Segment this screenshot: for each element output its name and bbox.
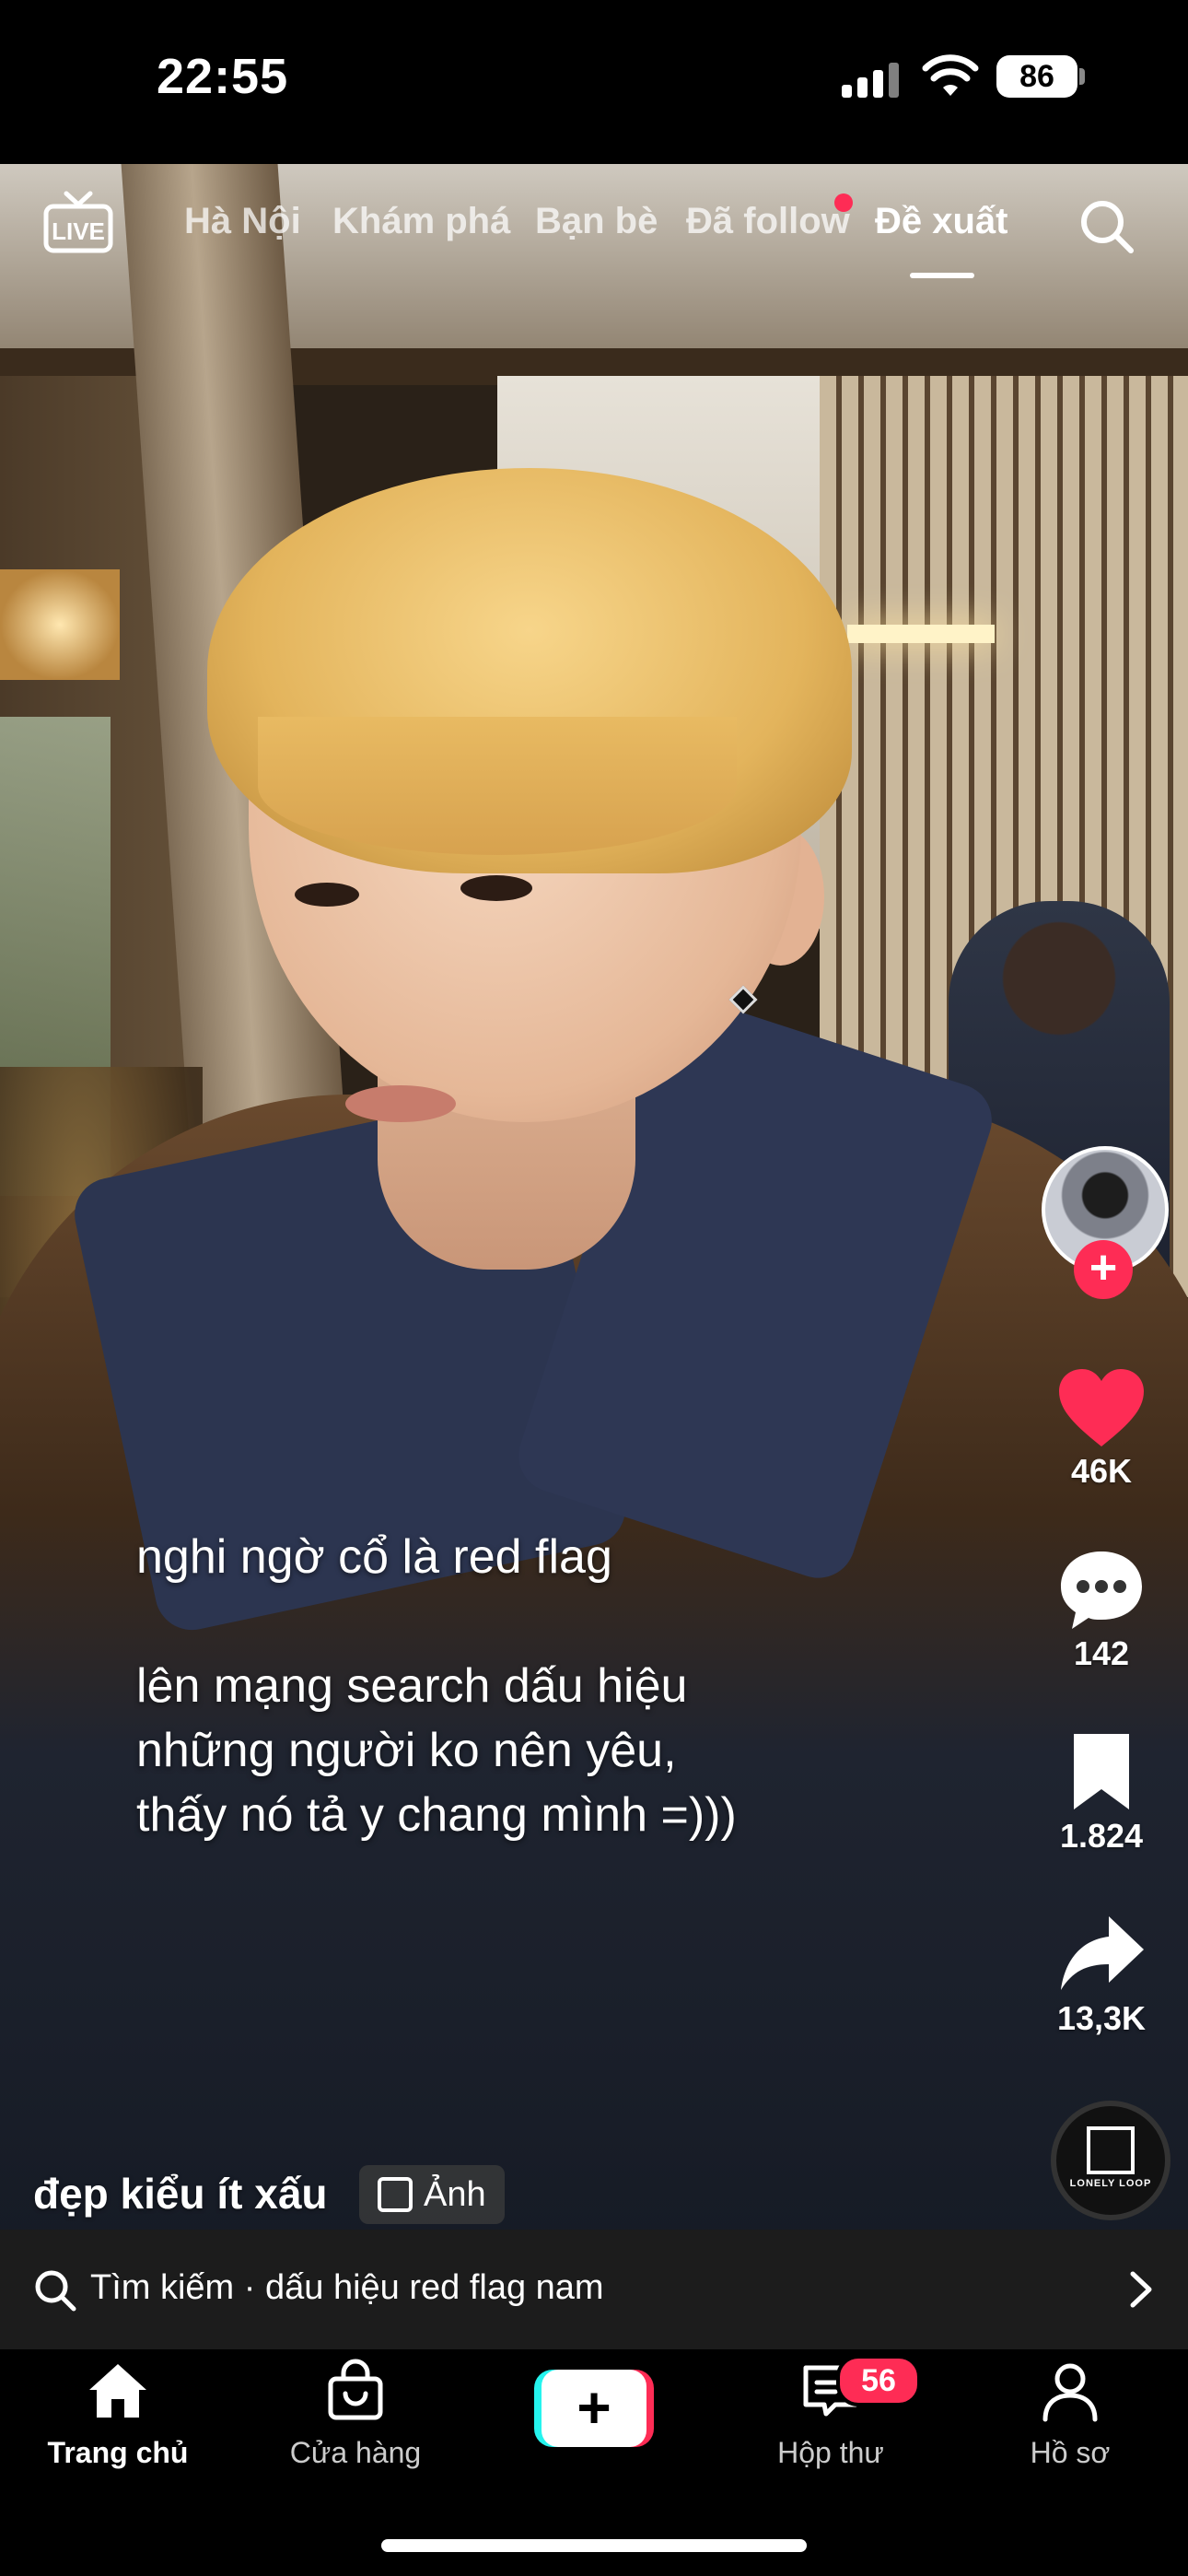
subject-lips (345, 1085, 456, 1122)
tab-shop[interactable]: Cửa hàng (263, 2359, 448, 2470)
create-post-button[interactable]: + (534, 2370, 654, 2447)
status-time: 22:55 (157, 49, 289, 104)
tab-ha-noi[interactable]: Hà Nội (184, 201, 301, 242)
battery-tip (1079, 68, 1085, 85)
tab-profile-label: Hồ sơ (1030, 2436, 1111, 2469)
caption-line: nghi ngờ cổ là red flag (136, 1530, 612, 1584)
home-indicator[interactable] (381, 2539, 807, 2552)
share-icon[interactable] (1055, 1913, 1147, 1996)
search-suggestion-text: Tìm kiếm · dấu hiệu red flag nam (90, 2268, 604, 2307)
tab-de-xuat[interactable]: Đề xuất (875, 201, 1008, 242)
heart-icon[interactable] (1055, 1367, 1147, 1450)
author-name[interactable]: đẹp kiểu ít xấu (33, 2169, 328, 2219)
active-tab-indicator (910, 273, 974, 278)
subject-eye-left (295, 883, 359, 907)
caption-line: những người ko nên yêu, (136, 1724, 677, 1777)
profile-icon (1042, 2363, 1098, 2422)
battery-indicator: 86 (996, 55, 1077, 98)
search-suggestion-bar[interactable]: Tìm kiếm · dấu hiệu red flag nam (0, 2230, 1188, 2349)
inbox-badge: 56 (836, 2355, 921, 2406)
search-icon[interactable] (1077, 197, 1136, 256)
comment-icon[interactable] (1055, 1548, 1147, 1631)
tab-home[interactable]: Trang chủ (26, 2359, 210, 2470)
subject-eye-right (460, 875, 532, 901)
wifi-icon (922, 54, 979, 96)
caption-line: lên mạng search dấu hiệu (136, 1659, 688, 1713)
tab-inbox-label: Hộp thư (777, 2436, 884, 2469)
photo-icon (378, 2177, 413, 2212)
cellular-signal-icon (842, 63, 899, 98)
tab-home-label: Trang chủ (47, 2436, 189, 2469)
photo-tag-label: Ảnh (424, 2175, 486, 2214)
photo-mode-tag[interactable]: Ảnh (359, 2165, 505, 2224)
live-tv-icon[interactable]: LIVE (42, 190, 114, 254)
search-icon (35, 2270, 76, 2312)
tab-profile[interactable]: Hồ sơ (978, 2359, 1162, 2470)
create-plus-icon: + (542, 2370, 646, 2447)
tab-da-follow[interactable]: Đã follow (686, 201, 850, 242)
subject-fringe (258, 717, 737, 855)
live-label: LIVE (52, 217, 105, 245)
top-nav: LIVE Hà Nội Khám phá Bạn bè Đã follow Đề… (0, 164, 1188, 302)
chevron-right-icon (1130, 2271, 1152, 2308)
background-light (847, 625, 995, 643)
shop-bag-icon (328, 2359, 383, 2420)
music-brand-name: LONELY LOOP (1069, 2178, 1152, 2189)
follow-button[interactable]: + (1074, 1240, 1133, 1299)
photo-caption: nghi ngờ cổ là red flag lên mạng search … (136, 1525, 965, 1847)
post-media[interactable] (0, 164, 1188, 2230)
following-notification-dot (834, 193, 853, 212)
status-bar: 22:55 86 (0, 0, 1188, 164)
tab-kham-pha[interactable]: Khám phá (332, 201, 510, 242)
background-lamp (0, 569, 120, 680)
music-brand-logo (1087, 2126, 1135, 2174)
comment-count: 142 (1073, 1634, 1130, 1672)
music-disc[interactable]: LONELY LOOP (1051, 2101, 1171, 2220)
like-count: 46K (1070, 1452, 1133, 1490)
share-count: 13,3K (1056, 1999, 1147, 2037)
save-count: 1.824 (1059, 1817, 1144, 1855)
bookmark-icon[interactable] (1055, 1730, 1147, 1813)
caption-gap (136, 1589, 965, 1654)
tab-shop-label: Cửa hàng (289, 2436, 422, 2469)
caption-line: thấy nó tả y chang mình =))) (136, 1788, 737, 1842)
home-icon (89, 2364, 146, 2418)
tab-ban-be[interactable]: Bạn bè (535, 201, 658, 242)
